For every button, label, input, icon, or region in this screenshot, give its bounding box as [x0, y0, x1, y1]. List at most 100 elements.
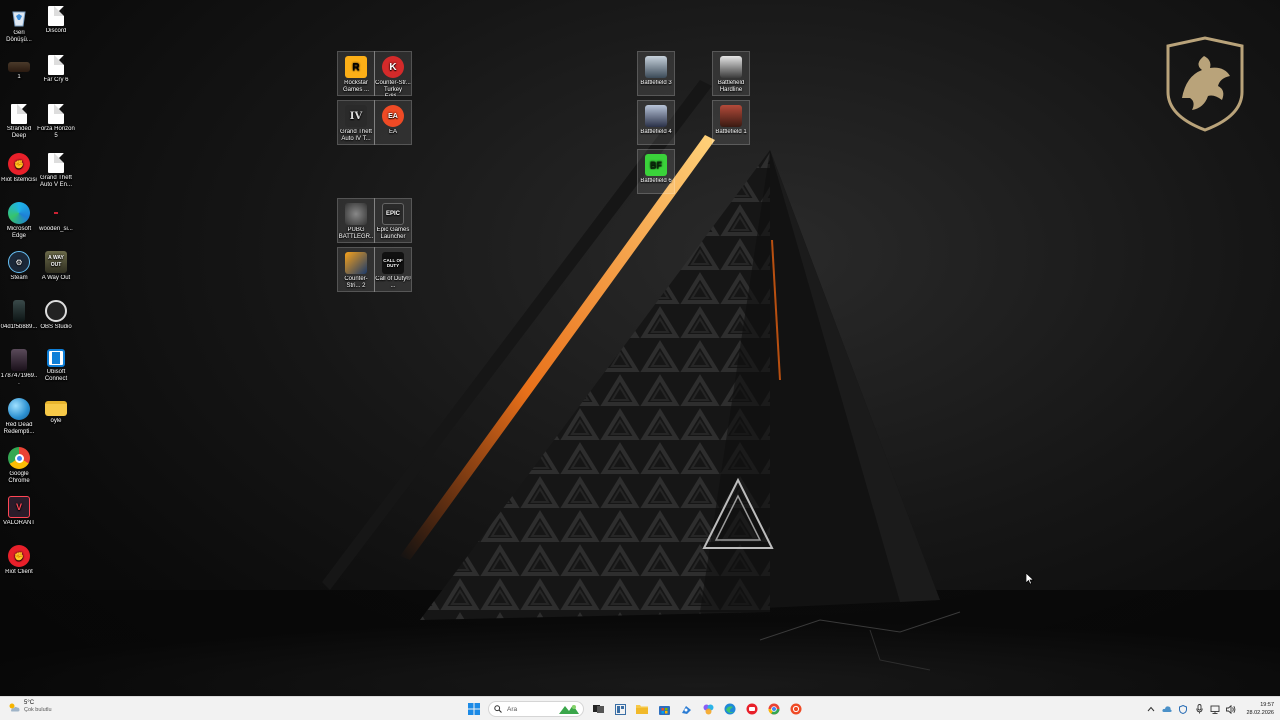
icon-label: öyle	[50, 418, 62, 424]
taskbar: 5°C Çok bulutlu Ara 19:57 28.02.2026	[0, 696, 1280, 720]
colorful-app-icon[interactable]	[700, 701, 716, 717]
widgets-icon[interactable]	[612, 701, 628, 717]
icon-call-of-duty[interactable]: CALL OF DUTY Call of Duty® ...	[374, 247, 412, 292]
icon-battlefield-hardline[interactable]: Battlefield Hardline	[712, 51, 750, 96]
icon-label: Battlefield 6	[640, 178, 672, 184]
network-icon[interactable]	[1210, 704, 1220, 714]
icon-label: Call of Duty® ...	[375, 276, 411, 289]
icon-label: Battlefield Hardline	[717, 80, 745, 93]
taskbar-center: Ara	[466, 699, 804, 719]
icon-label: Riot Client	[5, 569, 33, 575]
search-icon	[494, 705, 502, 713]
icon-google-chrome[interactable]: Google Chrome	[0, 445, 38, 485]
icon-label: Forza Horizon 5	[37, 126, 75, 139]
icon-pubg[interactable]: PUBG BATTLEGR...	[337, 198, 375, 243]
icon-image-178[interactable]: 1787471969...	[0, 347, 38, 387]
icon-shortcut-1[interactable]: 1	[0, 54, 38, 81]
icon-battlefield-6[interactable]: BF Battlefield 6	[637, 149, 675, 194]
weather-widget[interactable]: 5°C Çok bulutlu	[8, 700, 52, 714]
call-of-duty-icon: CALL OF DUTY	[382, 252, 404, 274]
obs-icon	[45, 300, 67, 322]
microsoft-store-icon[interactable]	[656, 701, 672, 717]
icon-label: 1787471969...	[0, 373, 38, 386]
speaker-icon[interactable]	[1226, 704, 1236, 714]
icon-label: 1	[17, 74, 21, 80]
riot-icon: ✊	[8, 153, 30, 175]
icon-battlefield-4[interactable]: Battlefield 4	[637, 100, 675, 145]
image-thumbnail-icon	[45, 202, 67, 224]
clock-date: 28.02.2026	[1246, 710, 1274, 716]
icon-gta-iv[interactable]: IV Grand Theft Auto IV T...	[337, 100, 375, 145]
icon-microsoft-edge[interactable]: Microsoft Edge	[0, 200, 38, 240]
riot-icon: ✊	[8, 545, 30, 567]
chrome-icon	[8, 447, 30, 469]
icon-recycle-bin[interactable]: Geri Dönüşü...	[0, 4, 38, 44]
file-icon	[48, 55, 64, 75]
icon-label: Battlefield 3	[640, 80, 672, 86]
icon-discord[interactable]: Discord	[37, 4, 75, 35]
icon-epic-games[interactable]: EPIC Epic Games Launcher	[374, 198, 412, 243]
folder-icon[interactable]	[634, 701, 650, 717]
ea-icon[interactable]	[788, 701, 804, 717]
icon-label: Microsoft Edge	[6, 226, 32, 239]
icon-forza-horizon-5[interactable]: Forza Horizon 5	[37, 102, 75, 140]
image-thumbnail-icon	[13, 300, 25, 322]
cloud-icon[interactable]	[1162, 704, 1173, 714]
steam-icon: ⚙	[8, 251, 30, 273]
icon-gta-v-enhanced[interactable]: Grand Theft Auto V En...	[37, 151, 75, 189]
counter-strike-2-icon	[345, 252, 367, 274]
msi-dragon-logo	[1166, 36, 1244, 132]
icon-label: Google Chrome	[8, 471, 30, 484]
chevron-up-icon[interactable]	[1146, 704, 1156, 714]
icon-label: Red Dead Redempti...	[3, 422, 35, 435]
icon-image-04d[interactable]: 04d1f5b889...	[0, 298, 38, 331]
icon-wooden[interactable]: wooden_si...	[37, 200, 75, 233]
icon-steam[interactable]: ⚙ Steam	[0, 249, 38, 282]
icon-battlefield-3[interactable]: Battlefield 3	[637, 51, 675, 96]
icon-label: A Way Out	[41, 275, 71, 281]
chrome-icon[interactable]	[766, 701, 782, 717]
icon-counter-strike-turkey[interactable]: K Counter-Str... Turkey Editi...	[374, 51, 412, 96]
file-icon	[11, 104, 27, 124]
image-thumbnail-icon	[11, 349, 27, 371]
edge-icon[interactable]	[722, 701, 738, 717]
taskbar-search[interactable]: Ara	[488, 701, 584, 717]
icon-stranded-deep[interactable]: Stranded Deep	[0, 102, 38, 140]
icon-label: Steam	[10, 275, 28, 281]
search-highlight-icon	[559, 705, 579, 714]
icon-red-dead[interactable]: Red Dead Redempti...	[0, 396, 38, 436]
task-view-icon[interactable]	[590, 701, 606, 717]
icon-battlefield-1[interactable]: Battlefield 1	[712, 100, 750, 145]
riot-icon[interactable]	[744, 701, 760, 717]
weather-condition: Çok bulutlu	[24, 707, 52, 713]
blue-app-icon[interactable]	[678, 701, 694, 717]
weather-temperature: 5°C	[24, 700, 35, 706]
icon-ea[interactable]: EA EA	[374, 100, 412, 145]
image-thumbnail-icon	[8, 62, 30, 72]
icon-far-cry-6[interactable]: Far Cry 6	[37, 53, 75, 84]
icon-ubisoft-connect[interactable]: Ubisoft Connect	[37, 347, 75, 383]
icon-riot-client[interactable]: ✊ Riot Client	[0, 543, 38, 576]
icon-riot-istemcisi[interactable]: ✊ Riot İstemcisi	[0, 151, 38, 184]
windows-start-icon[interactable]	[466, 701, 482, 717]
icon-a-way-out[interactable]: A WAY OUT A Way Out	[37, 249, 75, 282]
folder-icon	[45, 401, 67, 416]
microphone-icon[interactable]	[1194, 704, 1204, 714]
search-placeholder: Ara	[507, 705, 518, 713]
icon-label: EA	[388, 129, 397, 135]
icon-obs-studio[interactable]: OBS Studio	[37, 298, 75, 331]
icon-label: Grand Theft Auto V En...	[39, 175, 73, 188]
icon-valorant[interactable]: V VALORANT	[0, 494, 38, 527]
icon-oyle-folder[interactable]: öyle	[37, 396, 75, 425]
clock-time: 19:57	[1260, 702, 1274, 708]
taskbar-clock[interactable]: 19:57 28.02.2026	[1246, 701, 1274, 717]
icon-counter-strike-2[interactable]: Counter-Stri... 2	[337, 247, 375, 292]
icon-rockstar[interactable]: R Rockstar Games ...	[337, 51, 375, 96]
battlefield-4-icon	[645, 105, 667, 127]
icon-label: Battlefield 4	[640, 129, 672, 135]
recycle-bin-icon	[8, 6, 30, 28]
desktop[interactable]: Geri Dönüşü... Discord 1 Far Cry 6 Stran…	[0, 0, 1280, 696]
shield-icon[interactable]	[1178, 704, 1188, 714]
epic-games-icon: EPIC	[382, 203, 404, 225]
icon-label: OBS Studio	[40, 324, 72, 330]
